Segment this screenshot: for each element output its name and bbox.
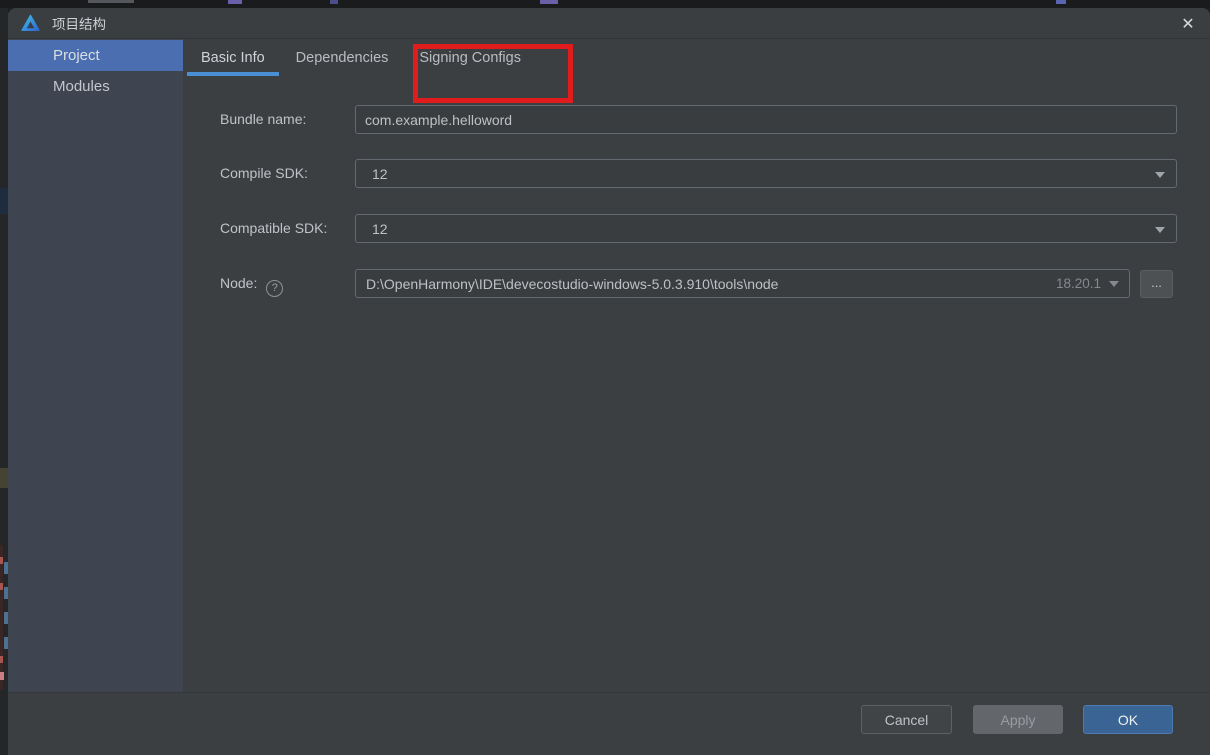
compile-sdk-value: 12: [372, 165, 388, 182]
tab-signing-configs[interactable]: Signing Configs: [405, 39, 535, 76]
sidebar: Project Modules: [8, 39, 183, 692]
help-icon[interactable]: ?: [266, 280, 284, 297]
node-path-value: D:\OpenHarmony\IDE\devecostudio-windows-…: [366, 275, 779, 292]
compatible-sdk-row: Compatible SDK: 12: [8, 214, 1210, 243]
compile-sdk-row: Compile SDK: 12: [8, 159, 1210, 188]
cancel-button[interactable]: Cancel: [861, 705, 952, 734]
node-label: Node:?: [220, 269, 284, 298]
apply-button[interactable]: Apply: [973, 705, 1063, 734]
background-artifact: [228, 0, 242, 4]
background-artifact: [0, 672, 4, 680]
chevron-down-icon[interactable]: [1109, 280, 1119, 287]
background-artifact: [0, 557, 3, 564]
background-ide-left-strip: [0, 8, 8, 755]
compile-sdk-select[interactable]: 12: [355, 159, 1177, 188]
bundle-name-row: Bundle name:: [8, 105, 1210, 134]
background-artifact: [330, 0, 338, 4]
sidebar-item-modules[interactable]: Modules: [8, 71, 183, 102]
sidebar-item-project[interactable]: Project: [8, 40, 183, 71]
ok-button[interactable]: OK: [1083, 705, 1173, 734]
node-path-input[interactable]: D:\OpenHarmony\IDE\devecostudio-windows-…: [355, 269, 1130, 298]
compatible-sdk-select[interactable]: 12: [355, 214, 1177, 243]
background-artifact: [540, 0, 558, 4]
dialog-title-bar: 项目结构 ✕: [8, 8, 1210, 39]
dialog-footer: Cancel Apply OK: [8, 692, 1210, 755]
background-artifact: [1056, 0, 1066, 4]
node-version: 18.20.1: [1055, 276, 1101, 291]
tab-bar: Basic Info Dependencies Signing Configs: [183, 39, 1210, 76]
compatible-sdk-label: Compatible SDK:: [220, 220, 328, 236]
background-artifact: [0, 468, 8, 488]
chevron-down-icon[interactable]: [1155, 227, 1165, 233]
browse-button[interactable]: ...: [1140, 270, 1173, 298]
background-artifact: [0, 188, 8, 214]
dialog-title: 项目结构: [52, 17, 106, 32]
chevron-down-icon[interactable]: [1155, 172, 1165, 178]
bundle-name-input[interactable]: [355, 105, 1177, 134]
background-artifact: [0, 583, 3, 590]
background-artifact: [0, 545, 3, 690]
background-ide-top-strip: [0, 0, 1210, 8]
background-artifact: [0, 656, 3, 663]
background-artifact: [88, 0, 134, 3]
project-structure-dialog: 项目结构 ✕ Project Modules Basic Info Depend…: [8, 8, 1210, 755]
node-row: Node:? D:\OpenHarmony\IDE\devecostudio-w…: [8, 269, 1210, 298]
tab-dependencies[interactable]: Dependencies: [282, 39, 403, 76]
compile-sdk-label: Compile SDK:: [220, 165, 308, 181]
devecostudio-logo-icon: [21, 14, 40, 31]
tab-basic-info[interactable]: Basic Info: [187, 39, 279, 76]
close-icon[interactable]: ✕: [1176, 12, 1200, 36]
compatible-sdk-value: 12: [372, 220, 388, 237]
bundle-name-label: Bundle name:: [220, 111, 307, 127]
node-label-text: Node:: [220, 275, 258, 291]
